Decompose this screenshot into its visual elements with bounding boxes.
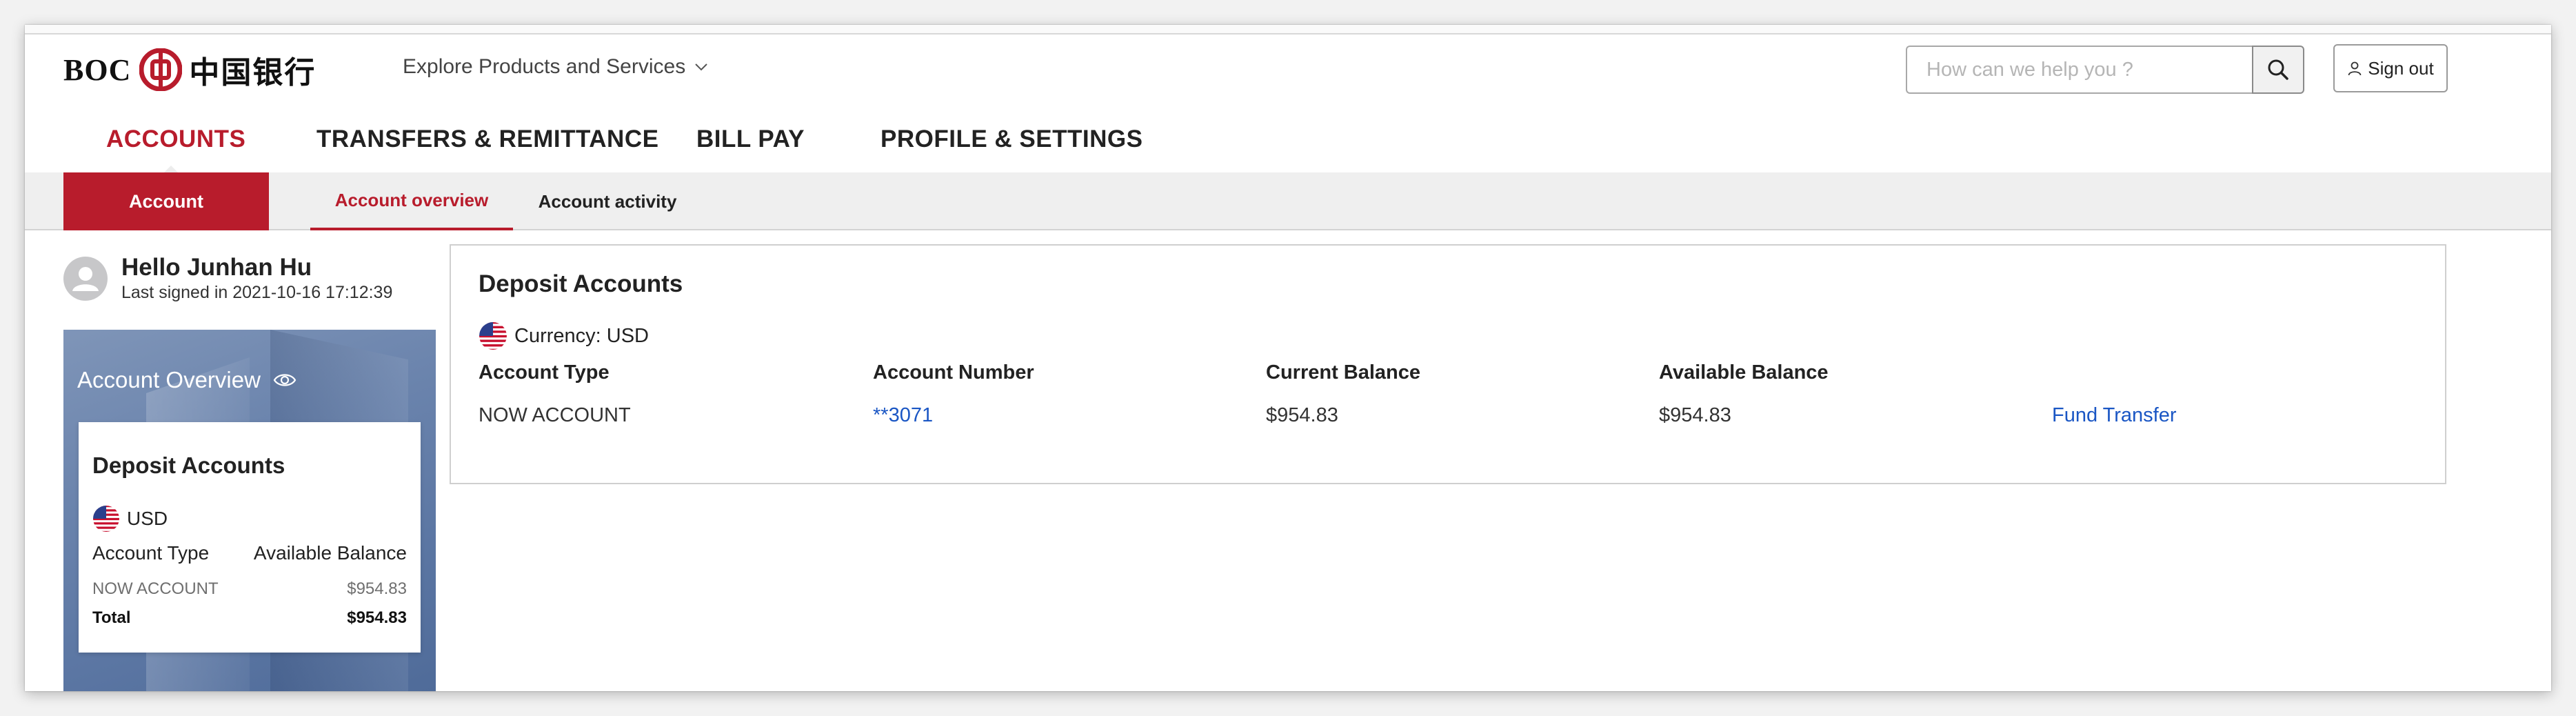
account-number-link[interactable]: **3071 [873, 404, 933, 427]
deposit-accounts-title: Deposit Accounts [479, 270, 683, 297]
account-section-tab[interactable]: Account [63, 172, 269, 230]
total-value: $954.83 [347, 608, 407, 627]
browser-window: BOC 中国银行 Explore Products and Services S… [25, 25, 2551, 691]
avatar [63, 257, 108, 301]
signout-label: Sign out [2368, 57, 2434, 79]
col-account-type: Account Type [92, 542, 210, 564]
last-signed-in: Last signed in 2021-10-16 17:12:39 [121, 283, 393, 302]
deposit-currency: Currency: USD [479, 321, 649, 350]
us-flag-icon [479, 322, 507, 350]
account-overview-title: Account Overview [77, 367, 296, 393]
header-account-type: Account Type [479, 361, 610, 384]
overview-columns: Account Type Available Balance [92, 542, 407, 564]
deposit-currency-label: Currency: USD [514, 324, 649, 347]
account-overview-label: Account Overview [77, 367, 261, 392]
search-button[interactable] [2252, 46, 2304, 94]
row-available-balance: $954.83 [347, 579, 407, 598]
signout-button[interactable]: Sign out [2333, 44, 2448, 92]
header-available-balance: Available Balance [1659, 361, 1829, 384]
overview-currency-label: USD [127, 508, 168, 529]
boc-logo[interactable]: BOC 中国银行 [63, 46, 316, 94]
col-available-balance: Available Balance [253, 542, 407, 564]
window-top-edge [25, 25, 2551, 34]
boc-emblem-icon [139, 48, 183, 91]
overview-currency: USD [92, 505, 168, 533]
account-overview-panel: Account Overview Deposit Accounts USD Ac… [63, 330, 436, 691]
tab-account-overview[interactable]: Account overview [310, 172, 513, 230]
row-account-type: NOW ACCOUNT [92, 579, 219, 598]
sub-nav: Account Account overview Account activit… [25, 172, 2551, 230]
nav-accounts[interactable]: ACCOUNTS [106, 126, 245, 153]
us-flag-icon [93, 506, 119, 532]
overview-card-title: Deposit Accounts [92, 453, 285, 478]
greeting: Hello Junhan Hu [121, 254, 312, 281]
cell-current-balance: $954.83 [1266, 404, 1338, 426]
main-nav: ACCOUNTS TRANSFERS & REMITTANCE BILL PAY… [25, 126, 2551, 172]
explore-label: Explore Products and Services [403, 55, 686, 78]
overview-total-row: Total $954.83 [92, 608, 407, 628]
nav-bill-pay[interactable]: BILL PAY [696, 126, 805, 153]
explore-products-dropdown[interactable]: Explore Products and Services [403, 55, 709, 79]
user-icon [2348, 61, 2362, 76]
cell-account-type: NOW ACCOUNT [479, 404, 631, 426]
eye-icon[interactable] [273, 368, 296, 392]
deposit-accounts-panel: Deposit Accounts Currency: USD Account T… [450, 244, 2446, 484]
cell-available-balance: $954.83 [1659, 404, 1731, 426]
search-input[interactable] [1906, 46, 2252, 94]
nav-profile-settings[interactable]: PROFILE & SETTINGS [881, 126, 1143, 153]
logo-text: BOC [63, 52, 132, 87]
nav-transfers-remittance[interactable]: TRANSFERS & REMITTANCE [316, 126, 658, 153]
user-avatar-icon [72, 267, 99, 291]
chevron-down-icon [695, 63, 707, 71]
fund-transfer-link[interactable]: Fund Transfer [2052, 404, 2177, 427]
total-label: Total [92, 608, 131, 627]
overview-row: NOW ACCOUNT $954.83 [92, 579, 407, 599]
logo-text-cn: 中国银行 [189, 55, 316, 90]
header-account-number: Account Number [873, 361, 1034, 384]
tab-account-activity[interactable]: Account activity [528, 172, 687, 230]
header-current-balance: Current Balance [1266, 361, 1421, 384]
overview-deposit-card[interactable]: Deposit Accounts USD Account Type Availa… [79, 422, 421, 653]
search-icon [2268, 59, 2288, 80]
search-bar [1906, 46, 2304, 94]
